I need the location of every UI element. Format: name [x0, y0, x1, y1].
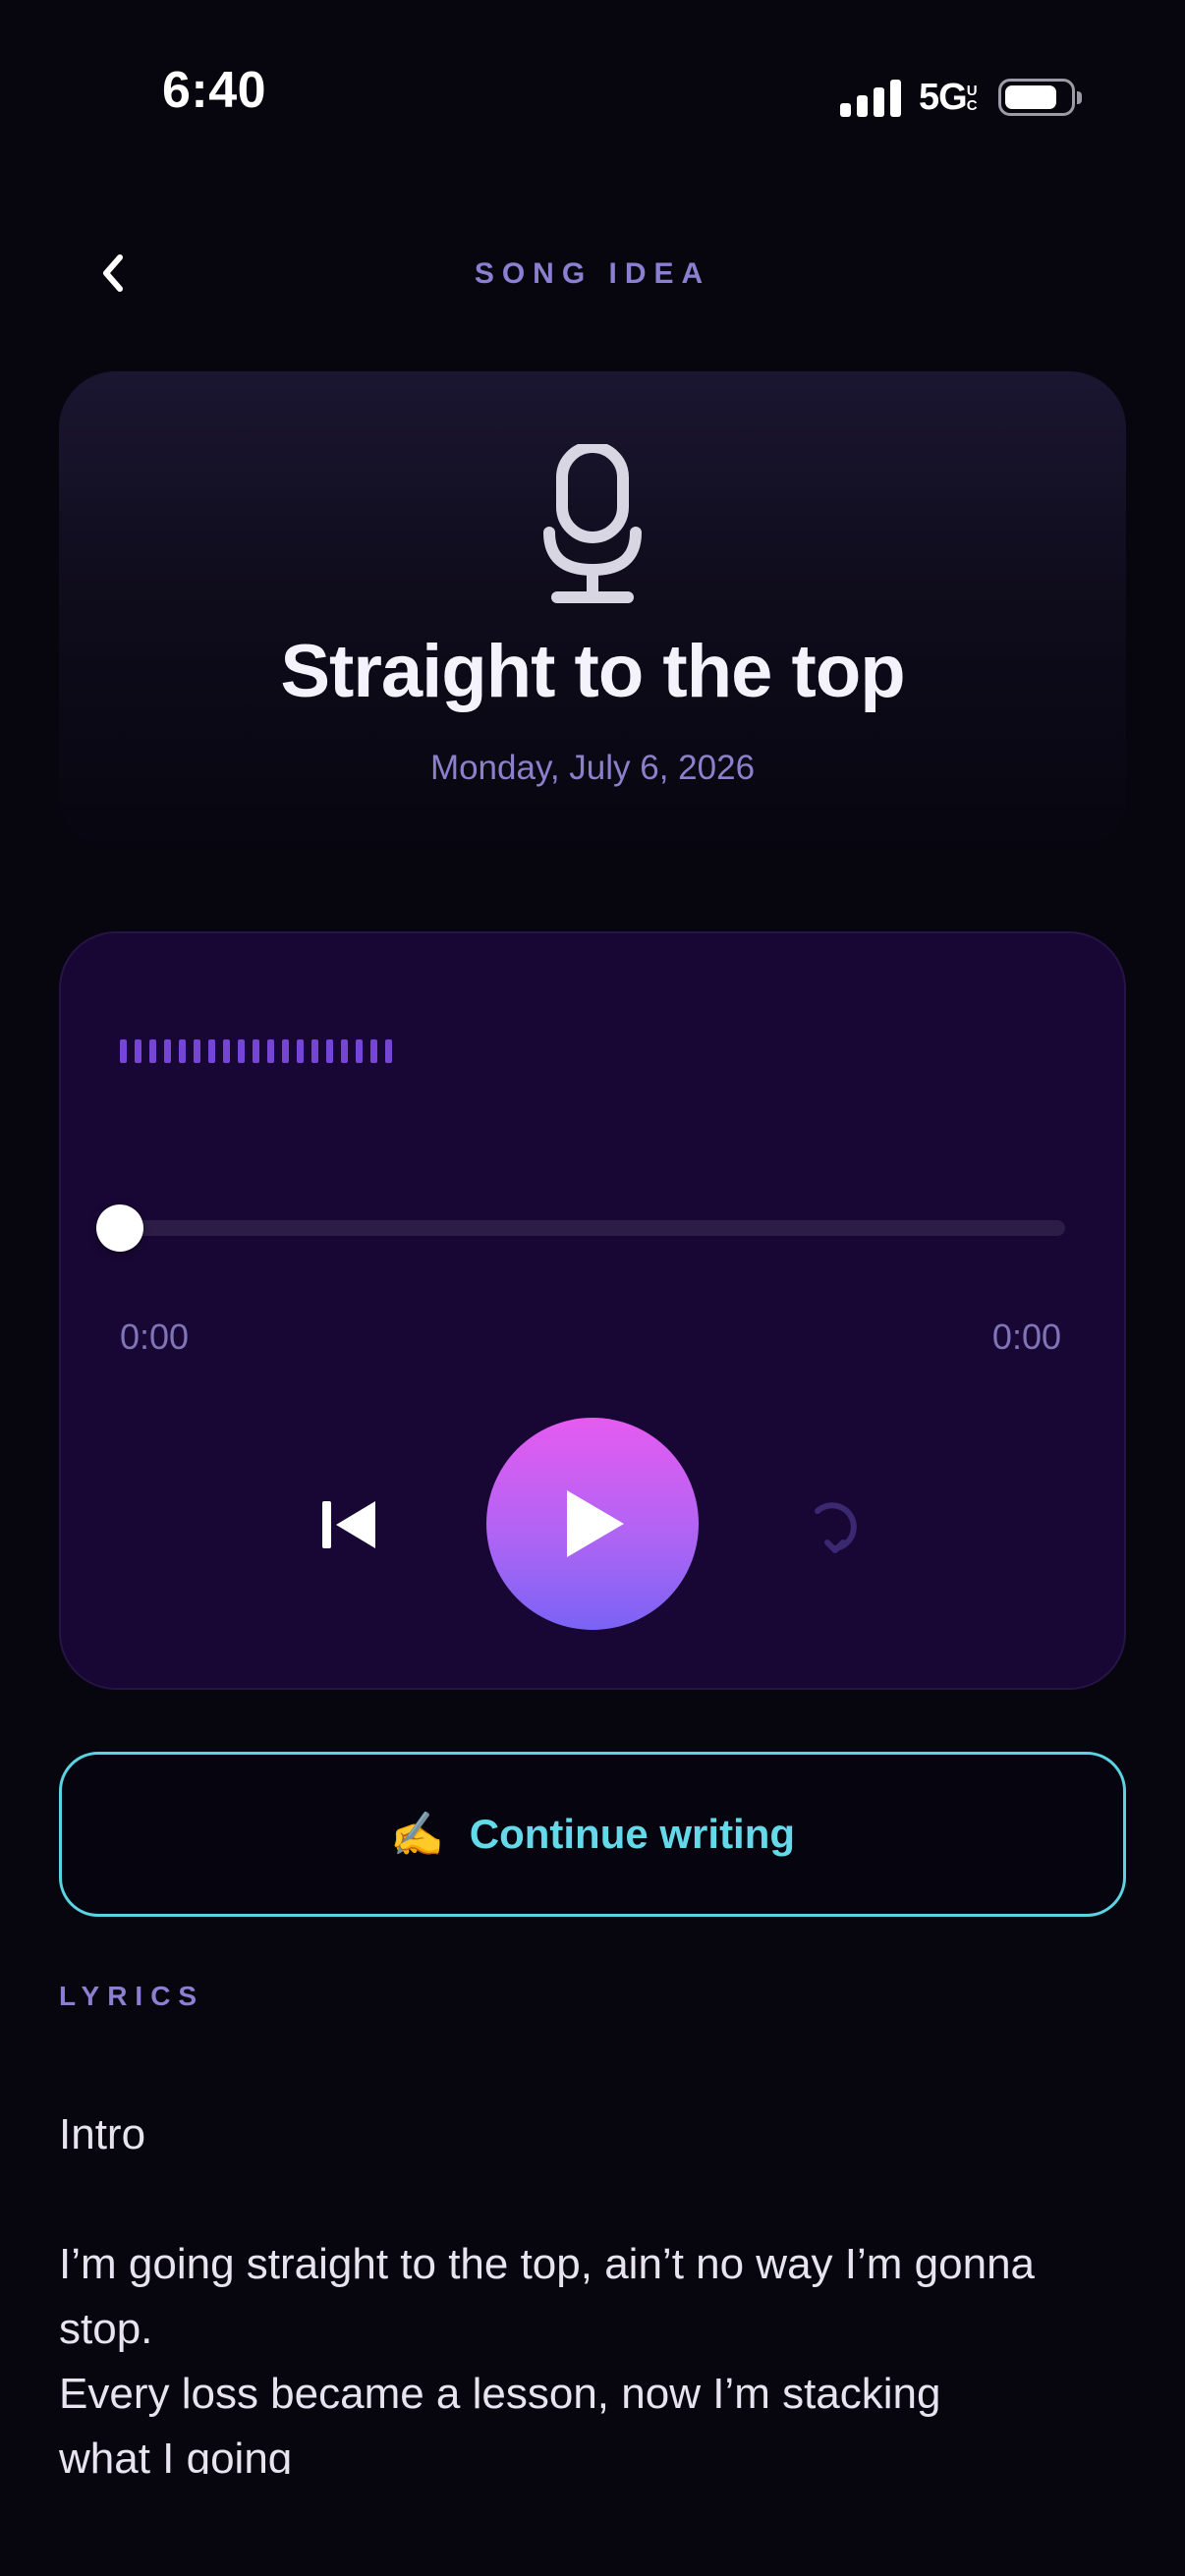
repeat-button[interactable] — [804, 1493, 867, 1556]
play-icon — [567, 1490, 624, 1557]
waveform-bar — [341, 1039, 348, 1063]
waveform-bar — [326, 1039, 333, 1063]
lyrics-section-label: Intro — [59, 2110, 146, 2158]
lyrics-text[interactable]: Intro I’m going straight to the top, ain… — [59, 2102, 1130, 2474]
microphone-icon — [543, 444, 642, 603]
progress-thumb[interactable] — [96, 1204, 143, 1252]
lyrics-line: what I going — [59, 2435, 293, 2474]
waveform-bar — [135, 1039, 141, 1063]
waveform-bar — [149, 1039, 156, 1063]
writing-hand-icon: ✍️ — [389, 1811, 444, 1859]
waveform-bar — [267, 1039, 274, 1063]
lyrics-line: I’m going straight to the top, ain’t no … — [59, 2240, 1036, 2353]
waveform-bar — [282, 1039, 289, 1063]
network-suffix: UC — [966, 83, 978, 115]
waveform-bar — [238, 1039, 245, 1063]
waveform-bar — [356, 1039, 363, 1063]
progress-track[interactable] — [120, 1220, 1065, 1236]
skip-previous-icon — [322, 1501, 375, 1548]
duration-time: 0:00 — [991, 1316, 1061, 1357]
battery-icon — [997, 79, 1082, 116]
waveform — [120, 1039, 392, 1063]
network-label: 5GUC — [919, 77, 981, 119]
waveform-bar — [194, 1039, 200, 1063]
page-title: SONG IDEA — [474, 257, 711, 290]
signal-icon — [840, 78, 901, 117]
waveform-bar — [164, 1039, 171, 1063]
skip-previous-button[interactable] — [314, 1495, 385, 1554]
lyrics-header: LYRICS — [59, 1981, 205, 2011]
play-button[interactable] — [486, 1418, 699, 1630]
lyrics-line: Every loss became a lesson, now I’m stac… — [59, 2370, 941, 2418]
waveform-bar — [297, 1039, 304, 1063]
waveform-bar — [120, 1039, 127, 1063]
battery-level — [1004, 85, 1056, 109]
network-type: 5G — [919, 76, 968, 118]
waveform-bar — [179, 1039, 186, 1063]
repeat-icon — [815, 1502, 857, 1553]
song-date: Monday, July 6, 2026 — [429, 749, 756, 787]
waveform-bar — [370, 1039, 377, 1063]
elapsed-time: 0:00 — [120, 1316, 190, 1357]
continue-writing-label: Continue writing — [469, 1811, 796, 1857]
waveform-bar — [208, 1039, 215, 1063]
waveform-bar — [223, 1039, 230, 1063]
status-indicators: 5GUC — [840, 73, 1082, 122]
waveform-bar — [385, 1039, 392, 1063]
continue-writing-button[interactable]: ✍️ Continue writing — [59, 1752, 1126, 1917]
status-time: 6:40 — [162, 62, 267, 119]
song-title: Straight to the top — [280, 630, 905, 713]
waveform-bar — [311, 1039, 318, 1063]
waveform-bar — [253, 1039, 259, 1063]
